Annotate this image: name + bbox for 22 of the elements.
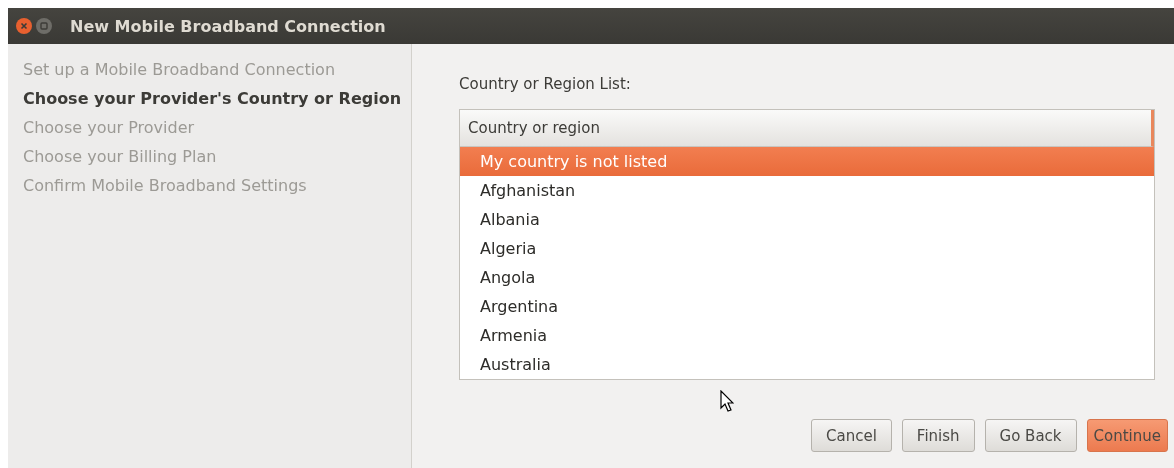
dialog-button[interactable]: Cancel	[811, 419, 892, 452]
country-row[interactable]: Argentina	[460, 292, 1154, 321]
dialog-button[interactable]: Go Back	[984, 419, 1077, 452]
step-item: Confirm Mobile Broadband Settings	[22, 175, 308, 197]
step-item: Choose your Billing Plan	[22, 146, 218, 168]
step-item: Choose your Provider's Country or Region	[22, 88, 403, 110]
dialog-button[interactable]: Finish	[901, 419, 975, 452]
list-label: Country or Region List:	[459, 75, 632, 95]
step-item: Choose your Provider	[22, 117, 196, 139]
window-title: New Mobile Broadband Connection	[70, 16, 386, 36]
country-row[interactable]: Algeria	[460, 234, 1154, 263]
pointer-icon	[720, 390, 734, 412]
dialog-button[interactable]: Continue	[1086, 419, 1168, 452]
close-icon[interactable]	[16, 18, 32, 34]
country-row[interactable]: Angola	[460, 263, 1154, 292]
country-row[interactable]: Australia	[460, 350, 1154, 379]
country-row[interactable]: Armenia	[460, 321, 1154, 350]
country-row[interactable]: Afghanistan	[460, 176, 1154, 205]
country-row[interactable]: Albania	[460, 205, 1154, 234]
step-item: Set up a Mobile Broadband Connection	[22, 59, 337, 81]
column-header[interactable]: Country or region	[460, 110, 1154, 147]
minimize-icon[interactable]	[36, 18, 52, 34]
